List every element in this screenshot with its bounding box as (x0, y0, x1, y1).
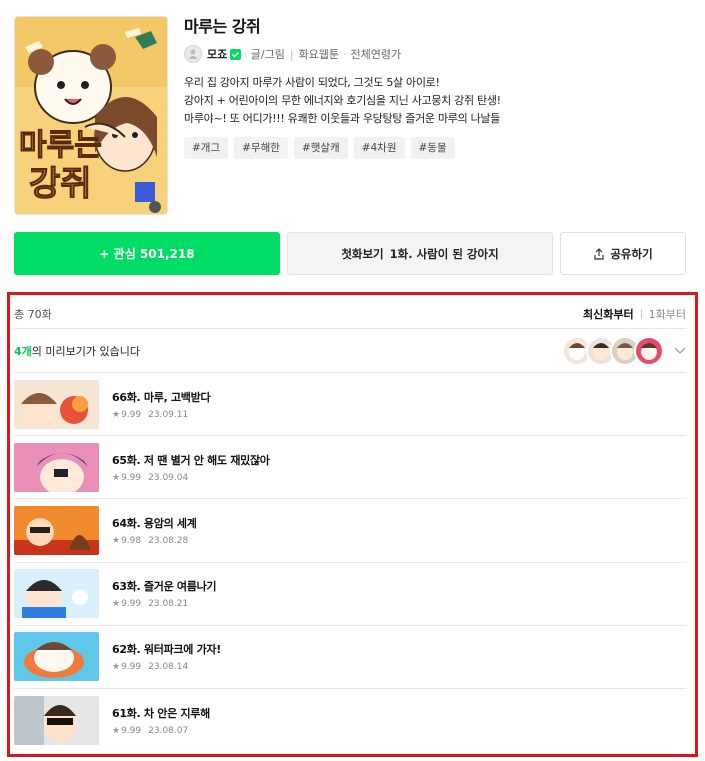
episode-meta: ★ 9.99 23.08.21 (112, 599, 216, 609)
dot-separator: · (343, 47, 347, 61)
episode-row[interactable]: 64화. 용암의 세계 ★ 9.98 23.08.28 (14, 499, 686, 563)
episode-list: 66화. 마루, 고백받다 ★ 9.99 23.09.11 65화. 저 땐 별거 … (14, 373, 686, 752)
description-line: 강아지 + 어린아이의 무한 에너지와 호기심을 지닌 사고뭉치 강쥐 탄생! (184, 94, 501, 107)
share-icon (594, 247, 604, 260)
episode-title: 65화. 저 땐 별거 안 해도 재밌잖아 (112, 453, 270, 467)
episode-date: 23.09.04 (148, 472, 189, 483)
author-role: 글/그림 (250, 48, 285, 61)
dot-separator: · (244, 47, 248, 61)
episode-thumbnail (14, 696, 99, 746)
tag-chip[interactable]: #햇살캐 (293, 137, 348, 159)
episode-title: 61화. 차 안은 지루해 (112, 707, 210, 721)
episode-list-header: 총 70화 최신화부터 1화부터 (14, 300, 686, 329)
meta-line: 모죠 · 글/그림 | 화요웹툰 · 전체연령가 (184, 45, 694, 63)
episode-rating: 9.99 (121, 726, 142, 737)
episode-rating: 9.99 (121, 409, 142, 420)
cover-image[interactable]: 마루는 강쥐 (14, 16, 168, 215)
episode-date: 23.09.11 (148, 409, 189, 420)
episode-meta: ★ 9.98 23.08.28 (112, 536, 197, 546)
first-episode-button[interactable]: 첫화보기 1화. 사람이 된 강아지 (287, 232, 553, 275)
episode-row[interactable]: 63화. 즐거운 여름나기 ★ 9.99 23.08.21 (14, 563, 686, 626)
episode-title: 63화. 즐거운 여름나기 (112, 580, 217, 594)
author-avatar-icon[interactable] (184, 45, 202, 63)
description-line: 우리 집 강아지 마루가 사람이 되었다, 그것도 5살 아이로! (184, 76, 440, 89)
preview-count: 4개 (14, 344, 32, 358)
tag-chip[interactable]: #무해한 (234, 137, 288, 159)
chevron-down-icon[interactable] (674, 347, 686, 355)
episode-row[interactable]: 66화. 마루, 고백받다 ★ 9.99 23.09.11 (14, 373, 686, 437)
episode-meta: ★ 9.99 23.08.14 (112, 662, 221, 672)
description-line: 마루야~! 또 어디가!!! 유쾌한 이웃들과 우당탕탕 즐거운 마루의 나날들 (184, 112, 501, 125)
tag-chip[interactable]: #개그 (184, 137, 229, 159)
preview-thumbnails (562, 335, 686, 366)
episode-thumbnail (14, 442, 99, 492)
episode-meta: ★ 9.99 23.08.07 (112, 726, 210, 736)
star-icon: ★ (112, 409, 121, 420)
episode-date: 23.08.28 (148, 535, 189, 546)
episode-rating: 9.99 (121, 472, 142, 483)
episode-title: 64화. 용암의 세계 (112, 516, 197, 530)
episode-thumbnail (14, 505, 99, 555)
schedule-label[interactable]: 화요웹툰 (299, 46, 339, 62)
episode-meta: ★ 9.99 23.09.04 (112, 473, 270, 483)
webtoon-info: 마루는 강쥐 모죠 · 글/그림 | 화요웹툰 · 전체연령가 우리 집 강아지… (184, 16, 694, 159)
tag-chip[interactable]: #동물 (410, 137, 455, 159)
preview-avatar (634, 335, 664, 366)
episode-meta: ★ 9.99 23.09.11 (112, 410, 210, 420)
verified-check-icon (230, 48, 242, 60)
favorite-button[interactable]: + 관심 501,218 (14, 232, 280, 275)
episode-row[interactable]: 62화. 워터파크에 가자! ★ 9.99 23.08.14 (14, 626, 686, 689)
episode-date: 23.08.14 (148, 662, 189, 673)
sort-first-button[interactable]: 1화부터 (649, 306, 686, 322)
svg-text:강쥐: 강쥐 (29, 165, 92, 203)
preview-banner[interactable]: 4개의 미리보기가 있습니다 (14, 329, 686, 373)
episode-rating: 9.99 (121, 599, 142, 610)
episode-thumbnail (14, 569, 99, 619)
first-episode-label: 첫화보기 (341, 246, 384, 261)
star-icon: ★ (112, 535, 121, 546)
star-icon: ★ (112, 599, 121, 610)
sort-options: 최신화부터 1화부터 (583, 306, 686, 322)
episode-title: 62화. 워터파크에 가자! (112, 643, 221, 657)
first-episode-title: 1화. 사람이 된 강아지 (389, 246, 499, 261)
star-icon: ★ (112, 662, 121, 673)
webtoon-description: 우리 집 강아지 마루가 사람이 되었다, 그것도 5살 아이로! 강아지 + … (184, 74, 694, 128)
episode-row[interactable]: 65화. 저 땐 별거 안 해도 재밌잖아 ★ 9.99 23.09.04 (14, 436, 686, 500)
star-icon: ★ (112, 726, 121, 737)
share-label: 공유하기 (610, 246, 653, 261)
age-rating: 전체연령가 (350, 48, 402, 61)
episode-date: 23.08.21 (148, 599, 189, 610)
star-icon: ★ (112, 472, 121, 483)
tag-list: #개그 #무해한 #햇살캐 #4차원 #동물 (184, 137, 694, 159)
preview-label: 의 미리보기가 있습니다 (31, 344, 140, 358)
webtoon-title: 마루는 강쥐 (184, 17, 261, 36)
episode-date: 23.08.07 (148, 726, 189, 737)
sort-latest-button[interactable]: 최신화부터 (583, 306, 634, 322)
episode-thumbnail (14, 632, 99, 682)
action-buttons: + 관심 501,218 첫화보기 1화. 사람이 된 강아지 공유하기 (14, 232, 686, 275)
episode-row[interactable]: 61화. 차 안은 지루해 ★ 9.99 23.08.07 (14, 689, 686, 752)
tag-chip[interactable]: #4차원 (353, 137, 405, 159)
total-episodes: 총 70화 (14, 308, 52, 321)
divider: | (289, 47, 294, 61)
episode-rating: 9.99 (121, 662, 142, 673)
episode-title: 66화. 마루, 고백받다 (112, 390, 211, 404)
sort-divider (640, 309, 642, 319)
author-name[interactable]: 모죠 (207, 46, 227, 62)
svg-text:마루는: 마루는 (19, 129, 102, 162)
episode-thumbnail (14, 379, 99, 429)
episode-rating: 9.98 (121, 535, 142, 546)
preview-text: 4개의 미리보기가 있습니다 (14, 343, 140, 359)
share-button[interactable]: 공유하기 (560, 232, 686, 275)
